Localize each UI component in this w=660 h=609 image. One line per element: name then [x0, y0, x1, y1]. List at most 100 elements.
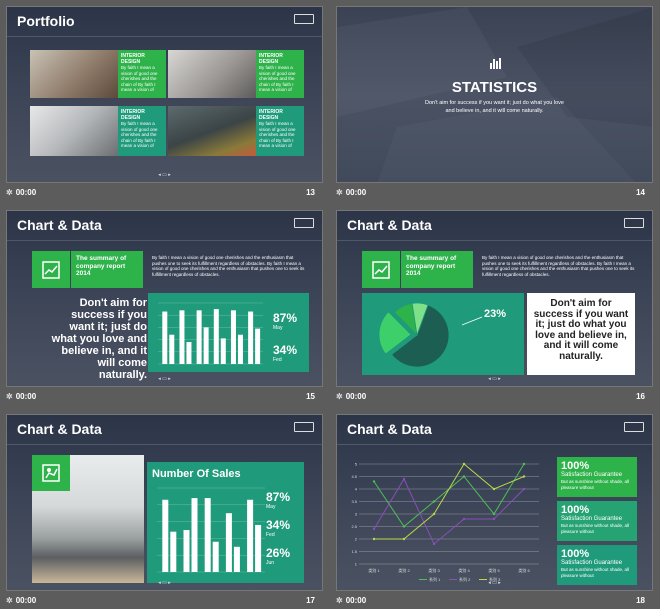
- bar: [204, 498, 211, 572]
- data-point: [462, 517, 466, 521]
- tile-body: By faith I mean a vision of good one che…: [121, 65, 158, 92]
- person-icon-box: [32, 455, 70, 491]
- slide-number: 13: [306, 188, 315, 197]
- data-point: [372, 527, 376, 531]
- stat-value: 87%: [266, 490, 291, 504]
- bar: [191, 498, 198, 572]
- bar: [230, 310, 236, 364]
- star-icon: ✲: [6, 188, 13, 197]
- slide-thumbnail-17[interactable]: Chart & Data Number Of Sales 87% May 34%…: [0, 408, 323, 609]
- data-point: [522, 487, 526, 491]
- statistics-subtitle-1: Don't aim for success if you want it; ju…: [425, 100, 564, 106]
- presenter-icon: [42, 464, 60, 482]
- growth-chart-icon: [42, 261, 60, 279]
- data-point: [402, 525, 406, 528]
- data-point: [522, 475, 526, 478]
- y-tick-label: 3.5: [351, 499, 357, 504]
- slide-nav: ◂ ▭ ▸: [158, 172, 171, 178]
- x-tick-label: 类别 4: [458, 567, 470, 573]
- slide-timing: 00:00: [345, 392, 367, 401]
- slide-14: STATISTICS Don't aim for success if you …: [336, 6, 653, 183]
- pie-percent-label: 23%: [484, 308, 507, 320]
- data-point: [432, 542, 436, 546]
- slide-18: Chart & Data 1 1.5 2 2.5 3 3.5 4 4.5 5 类别 1 类别 2 类别…: [336, 414, 653, 591]
- stat-value: 87%: [273, 311, 298, 325]
- data-point: [492, 487, 496, 491]
- body-text: By faith I mean a vision of good one che…: [152, 255, 305, 277]
- slide-thumbnail-16[interactable]: Chart & Data The summary of company repo…: [330, 204, 653, 405]
- card-desc: But as sunshine without shade, all pleas…: [561, 567, 630, 578]
- header-divider: [7, 240, 322, 241]
- card-desc: But as sunshine without shade, all pleas…: [561, 479, 630, 490]
- y-tick-label: 4: [355, 487, 358, 492]
- slide-meta: ✲ 00:00 15: [6, 392, 320, 404]
- y-tick-label: 2.5: [351, 524, 357, 529]
- card-value: 100%: [561, 460, 590, 472]
- x-tick-label: 类别 6: [518, 567, 530, 573]
- data-point: [492, 517, 496, 521]
- data-point: [372, 537, 376, 541]
- slide-16: Chart & Data The summary of company repo…: [336, 210, 653, 387]
- bar: [170, 531, 177, 572]
- card-value: 100%: [561, 504, 590, 516]
- bar: [169, 334, 175, 364]
- stat-label: Jun: [266, 560, 275, 566]
- stat-label: Fed: [266, 532, 275, 538]
- bar: [196, 310, 202, 364]
- tile-heading: INTERIOR DESIGN: [121, 53, 145, 65]
- slide-timing: 00:00: [345, 596, 367, 605]
- data-point: [402, 537, 406, 541]
- slide-15: Chart & Data The summary of company repo…: [6, 210, 323, 387]
- guarantee-card: 100% Satisfaction Guarantee But as sunsh…: [557, 457, 637, 497]
- slide-thumbnail-15[interactable]: Chart & Data The summary of company repo…: [0, 204, 323, 405]
- slide-thumbnail-14[interactable]: STATISTICS Don't aim for success if you …: [330, 0, 653, 201]
- stat-value: 26%: [266, 546, 291, 560]
- data-point: [522, 462, 526, 466]
- statistics-title: STATISTICS: [451, 79, 538, 96]
- card-label: Satisfaction Guarantee: [561, 560, 623, 566]
- slide-meta: ✲ 00:00 18: [336, 596, 650, 608]
- sink-photo: [30, 106, 118, 156]
- bar: [203, 327, 209, 364]
- growth-chart-icon: [372, 261, 390, 279]
- slide-title: Portfolio: [17, 13, 75, 29]
- sales-panel: Number Of Sales 87% May 34% Fed 26% Jun: [147, 462, 304, 583]
- slide-number: 16: [636, 392, 645, 401]
- body-text: By faith I mean a vision of good one che…: [482, 255, 635, 277]
- slide-nav: ◂ ▭ ▸: [488, 580, 501, 586]
- tile-heading: INTERIOR DESIGN: [259, 53, 283, 65]
- portfolio-tile: INTERIOR DESIGN By faith I mean a vision…: [256, 106, 304, 156]
- logo-icon: [294, 422, 314, 432]
- pie-panel: 23%: [362, 293, 524, 375]
- slide-meta: ✲ 00:00 14: [336, 188, 650, 200]
- fruit-photo: [168, 106, 256, 156]
- guarantee-card: 100% Satisfaction Guarantee But as sunsh…: [557, 545, 637, 585]
- slide-thumbnail-18[interactable]: Chart & Data 1 1.5 2 2.5 3 3.5 4 4.5 5 类别 1 类别 2 类别…: [330, 408, 653, 609]
- bar: [255, 328, 261, 364]
- slide-title: Chart & Data: [347, 421, 432, 437]
- statistics-subtitle-2: and believe in, and it will come natural…: [445, 108, 544, 114]
- quote-text: Don't aim for success if you want it; ju…: [533, 298, 629, 362]
- slide-nav: ◂ ▭ ▸: [158, 376, 171, 382]
- slide-number: 15: [306, 392, 315, 401]
- card-label: Satisfaction Guarantee: [561, 516, 623, 522]
- slide-number: 14: [636, 188, 645, 197]
- slide-meta: ✲ 00:00 13: [6, 188, 320, 200]
- slide-number: 17: [306, 596, 315, 605]
- slide-timing: 00:00: [15, 188, 37, 197]
- chart-icon-box: [362, 251, 400, 288]
- bar: [212, 541, 219, 572]
- y-tick-label: 5: [355, 462, 358, 467]
- header-divider: [7, 36, 322, 37]
- chart-panel: 87% May 34% Fed: [148, 293, 309, 372]
- logo-icon: [624, 422, 644, 432]
- portfolio-tile: INTERIOR DESIGN By faith I mean a vision…: [118, 106, 166, 156]
- bar: [186, 342, 192, 364]
- stat-label: May: [273, 325, 283, 331]
- stat-value: 34%: [266, 518, 291, 532]
- slide-title: Chart & Data: [17, 217, 102, 233]
- slide-timing: 00:00: [15, 392, 37, 401]
- slide-nav: ◂ ▭ ▸: [488, 376, 501, 382]
- card-label: Satisfaction Guarantee: [561, 472, 623, 478]
- slide-thumbnail-13[interactable]: Portfolio INTERIOR DESIGN By faith I mea…: [0, 0, 323, 201]
